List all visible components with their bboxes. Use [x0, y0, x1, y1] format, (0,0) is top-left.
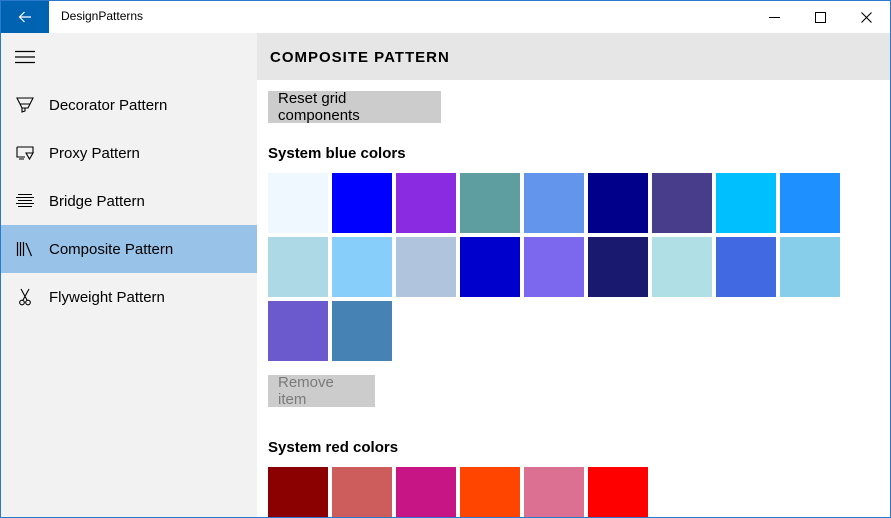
- blue-colors-heading: System blue colors: [268, 145, 406, 162]
- nav-item-flyweight-pattern[interactable]: Flyweight Pattern: [1, 273, 257, 321]
- nav-item-decorator-pattern[interactable]: Decorator Pattern: [1, 81, 257, 129]
- close-icon: [860, 11, 872, 23]
- color-swatch[interactable]: [396, 173, 456, 233]
- color-swatch[interactable]: [268, 173, 328, 233]
- reset-grid-components-button[interactable]: Reset grid components: [268, 90, 441, 124]
- color-swatch[interactable]: [332, 237, 392, 297]
- page-header: COMPOSITE PATTERN: [257, 33, 890, 80]
- nav-label: Flyweight Pattern: [49, 288, 165, 306]
- color-swatch[interactable]: [588, 237, 648, 297]
- color-swatch[interactable]: [588, 173, 648, 233]
- scissors-icon: [1, 273, 49, 321]
- color-swatch[interactable]: [780, 173, 840, 233]
- align-center-icon: [1, 177, 49, 225]
- minimize-button[interactable]: [751, 1, 797, 33]
- color-swatch[interactable]: [332, 301, 392, 361]
- color-swatch[interactable]: [460, 467, 520, 517]
- nav-label: Decorator Pattern: [49, 96, 168, 114]
- back-arrow-icon: [18, 11, 31, 23]
- nav-item-composite-pattern[interactable]: Composite Pattern: [1, 225, 257, 273]
- close-button[interactable]: [843, 1, 889, 33]
- red-color-grid: [268, 467, 848, 517]
- navigation-pane: Decorator Pattern Proxy Pattern Bridge P…: [1, 33, 257, 517]
- title-bar: DesignPatterns: [1, 1, 890, 33]
- nav-label: Composite Pattern: [49, 240, 174, 258]
- remove-item-button[interactable]: Remove item: [268, 374, 375, 408]
- color-swatch[interactable]: [268, 237, 328, 297]
- library-icon: [1, 225, 49, 273]
- nav-item-bridge-pattern[interactable]: Bridge Pattern: [1, 177, 257, 225]
- nav-item-proxy-pattern[interactable]: Proxy Pattern: [1, 129, 257, 177]
- highlighter-icon: [1, 81, 49, 129]
- color-swatch[interactable]: [716, 237, 776, 297]
- app-window: DesignPatterns Decorator Pattern Proxy P…: [0, 0, 891, 518]
- app-title: DesignPatterns: [61, 9, 144, 23]
- page-title: COMPOSITE PATTERN: [270, 49, 450, 66]
- color-swatch[interactable]: [396, 467, 456, 517]
- color-swatch[interactable]: [524, 237, 584, 297]
- color-swatch[interactable]: [652, 237, 712, 297]
- color-swatch[interactable]: [332, 467, 392, 517]
- color-swatch[interactable]: [268, 467, 328, 517]
- color-swatch[interactable]: [780, 237, 840, 297]
- hamburger-menu-button[interactable]: [1, 33, 49, 81]
- red-colors-heading: System red colors: [268, 439, 399, 456]
- nav-label: Bridge Pattern: [49, 192, 145, 210]
- hamburger-menu-icon: [15, 50, 35, 64]
- color-swatch[interactable]: [588, 467, 648, 517]
- color-swatch[interactable]: [524, 467, 584, 517]
- back-button[interactable]: [1, 1, 49, 33]
- color-swatch[interactable]: [332, 173, 392, 233]
- screen-share-icon: [1, 129, 49, 177]
- color-swatch[interactable]: [524, 173, 584, 233]
- color-swatch[interactable]: [268, 301, 328, 361]
- color-swatch[interactable]: [396, 237, 456, 297]
- color-swatch[interactable]: [716, 173, 776, 233]
- blue-color-grid: [268, 173, 848, 361]
- nav-label: Proxy Pattern: [49, 144, 140, 162]
- minimize-icon: [768, 16, 780, 18]
- content-pane: COMPOSITE PATTERN Reset grid components …: [257, 33, 890, 517]
- color-swatch[interactable]: [460, 237, 520, 297]
- color-swatch[interactable]: [460, 173, 520, 233]
- maximize-button[interactable]: [797, 1, 843, 33]
- color-swatch[interactable]: [652, 173, 712, 233]
- maximize-icon: [814, 11, 826, 23]
